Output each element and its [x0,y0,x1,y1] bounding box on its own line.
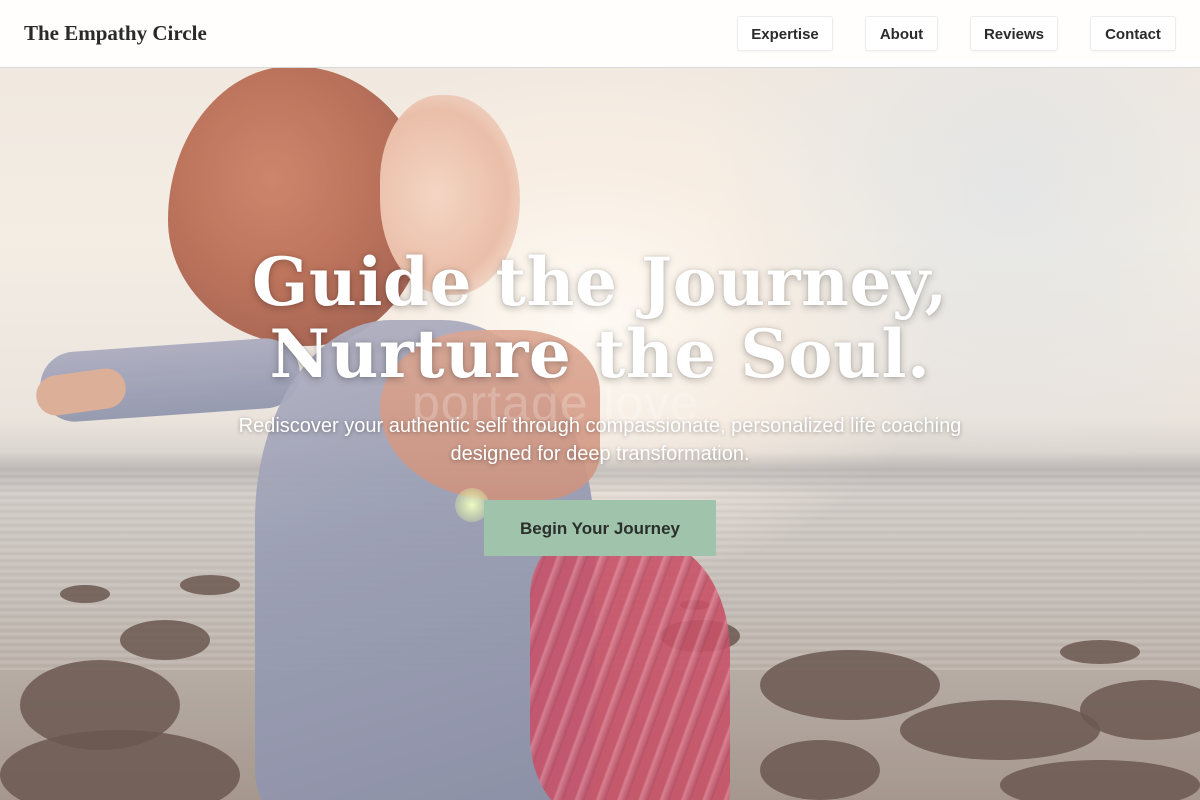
nav-expertise-button[interactable]: Expertise [737,16,833,51]
hero-title-line-2: Nurture the Soul. [269,315,931,393]
hero-subtitle-line-1: Rediscover your authentic self through c… [238,415,962,437]
hero-background-image: portage love [0,0,1200,800]
site-logo[interactable]: The Empathy Circle [24,21,207,46]
image-overlay [0,0,1200,800]
hero-subtitle: Rediscover your authentic self through c… [190,412,1010,468]
hero-title-line-1: Guide the Journey, [252,243,948,321]
hero-subtitle-line-2: designed for deep transformation. [450,443,750,465]
nav-contact-button[interactable]: Contact [1090,16,1176,51]
nav-reviews-button[interactable]: Reviews [970,16,1058,51]
hero-title: Guide the Journey, Nurture the Soul. [150,246,1050,390]
nav-about-button[interactable]: About [865,16,938,51]
site-header: The Empathy Circle Expertise About Revie… [0,0,1200,68]
begin-journey-button[interactable]: Begin Your Journey [484,500,716,556]
